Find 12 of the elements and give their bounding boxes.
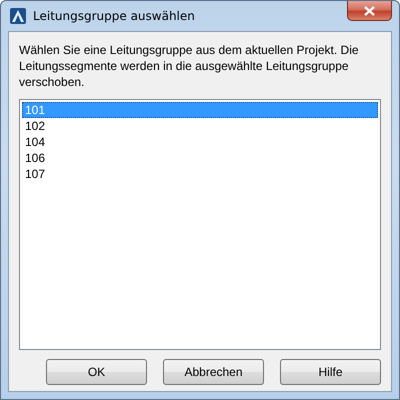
list-item[interactable]: 104 bbox=[22, 134, 378, 150]
list-item[interactable]: 106 bbox=[22, 150, 378, 166]
app-logo-icon bbox=[10, 8, 26, 24]
dialog-button[interactable]: Abbrechen bbox=[163, 359, 264, 385]
dialog-button[interactable]: Hilfe bbox=[280, 359, 381, 385]
list-item[interactable]: 107 bbox=[22, 166, 378, 182]
dialog-button[interactable]: OK bbox=[46, 359, 147, 385]
close-icon bbox=[364, 6, 375, 16]
window-title: Leitungsgruppe auswählen bbox=[33, 9, 195, 23]
instruction-text: Wählen Sie eine Leitungsgruppe aus dem aktuellen Projekt. Die Leitungssegmente werden in die ausgewählte Leitungsgruppe verschoben. bbox=[19, 42, 360, 90]
list-item[interactable]: 102 bbox=[22, 118, 378, 134]
close-button[interactable] bbox=[347, 1, 392, 21]
